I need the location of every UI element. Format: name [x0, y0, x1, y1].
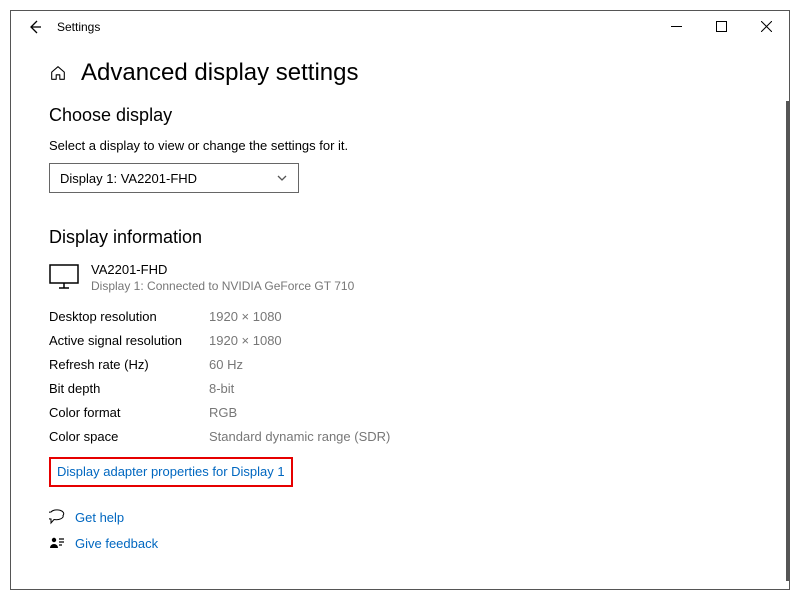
minimize-button[interactable] [654, 11, 699, 41]
display-select[interactable]: Display 1: VA2201-FHD [49, 163, 299, 193]
settings-window: Settings Advanced display settings Choos… [10, 10, 790, 590]
choose-display-heading: Choose display [49, 105, 751, 126]
adapter-properties-link[interactable]: Display adapter properties for Display 1 [57, 464, 285, 479]
monitor-summary: VA2201-FHD Display 1: Connected to NVIDI… [49, 262, 751, 293]
spec-value: 60 Hz [209, 353, 243, 377]
back-button[interactable] [19, 11, 51, 43]
page-title: Advanced display settings [81, 59, 359, 87]
highlight-box: Display adapter properties for Display 1 [49, 457, 293, 487]
spec-label: Desktop resolution [49, 305, 209, 329]
page-heading-row: Advanced display settings [49, 59, 751, 87]
give-feedback-link[interactable]: Give feedback [49, 535, 751, 551]
monitor-icon [49, 264, 79, 290]
titlebar: Settings [11, 11, 789, 43]
close-icon [761, 21, 772, 32]
minimize-icon [671, 21, 682, 32]
footer-links: Get help Give feedback [49, 509, 751, 551]
spec-row: Color formatRGB [49, 401, 751, 425]
window-controls [654, 11, 789, 41]
feedback-icon [49, 535, 65, 551]
close-button[interactable] [744, 11, 789, 41]
spec-table: Desktop resolution1920 × 1080 Active sig… [49, 305, 751, 449]
scrollbar[interactable] [786, 101, 789, 581]
spec-value: 1920 × 1080 [209, 329, 282, 353]
give-feedback-label: Give feedback [75, 536, 158, 551]
maximize-button[interactable] [699, 11, 744, 41]
spec-label: Active signal resolution [49, 329, 209, 353]
spec-label: Color format [49, 401, 209, 425]
chat-help-icon [49, 509, 65, 525]
spec-label: Bit depth [49, 377, 209, 401]
spec-value: RGB [209, 401, 237, 425]
get-help-link[interactable]: Get help [49, 509, 751, 525]
window-title: Settings [57, 20, 100, 34]
spec-row: Refresh rate (Hz)60 Hz [49, 353, 751, 377]
spec-label: Color space [49, 425, 209, 449]
get-help-label: Get help [75, 510, 124, 525]
spec-row: Active signal resolution1920 × 1080 [49, 329, 751, 353]
spec-row: Desktop resolution1920 × 1080 [49, 305, 751, 329]
spec-value: 8-bit [209, 377, 234, 401]
display-select-value: Display 1: VA2201-FHD [60, 171, 197, 186]
content-area: Advanced display settings Choose display… [11, 43, 789, 551]
monitor-connection: Display 1: Connected to NVIDIA GeForce G… [91, 279, 354, 293]
home-icon[interactable] [49, 64, 67, 82]
maximize-icon [716, 21, 727, 32]
spec-row: Bit depth8-bit [49, 377, 751, 401]
chevron-down-icon [276, 172, 288, 184]
monitor-name: VA2201-FHD [91, 262, 354, 277]
spec-row: Color spaceStandard dynamic range (SDR) [49, 425, 751, 449]
display-info-heading: Display information [49, 227, 751, 248]
choose-display-help: Select a display to view or change the s… [49, 138, 751, 153]
display-info-section: Display information VA2201-FHD Display 1… [49, 227, 751, 551]
spec-label: Refresh rate (Hz) [49, 353, 209, 377]
spec-value: 1920 × 1080 [209, 305, 282, 329]
arrow-left-icon [27, 19, 43, 35]
spec-value: Standard dynamic range (SDR) [209, 425, 390, 449]
